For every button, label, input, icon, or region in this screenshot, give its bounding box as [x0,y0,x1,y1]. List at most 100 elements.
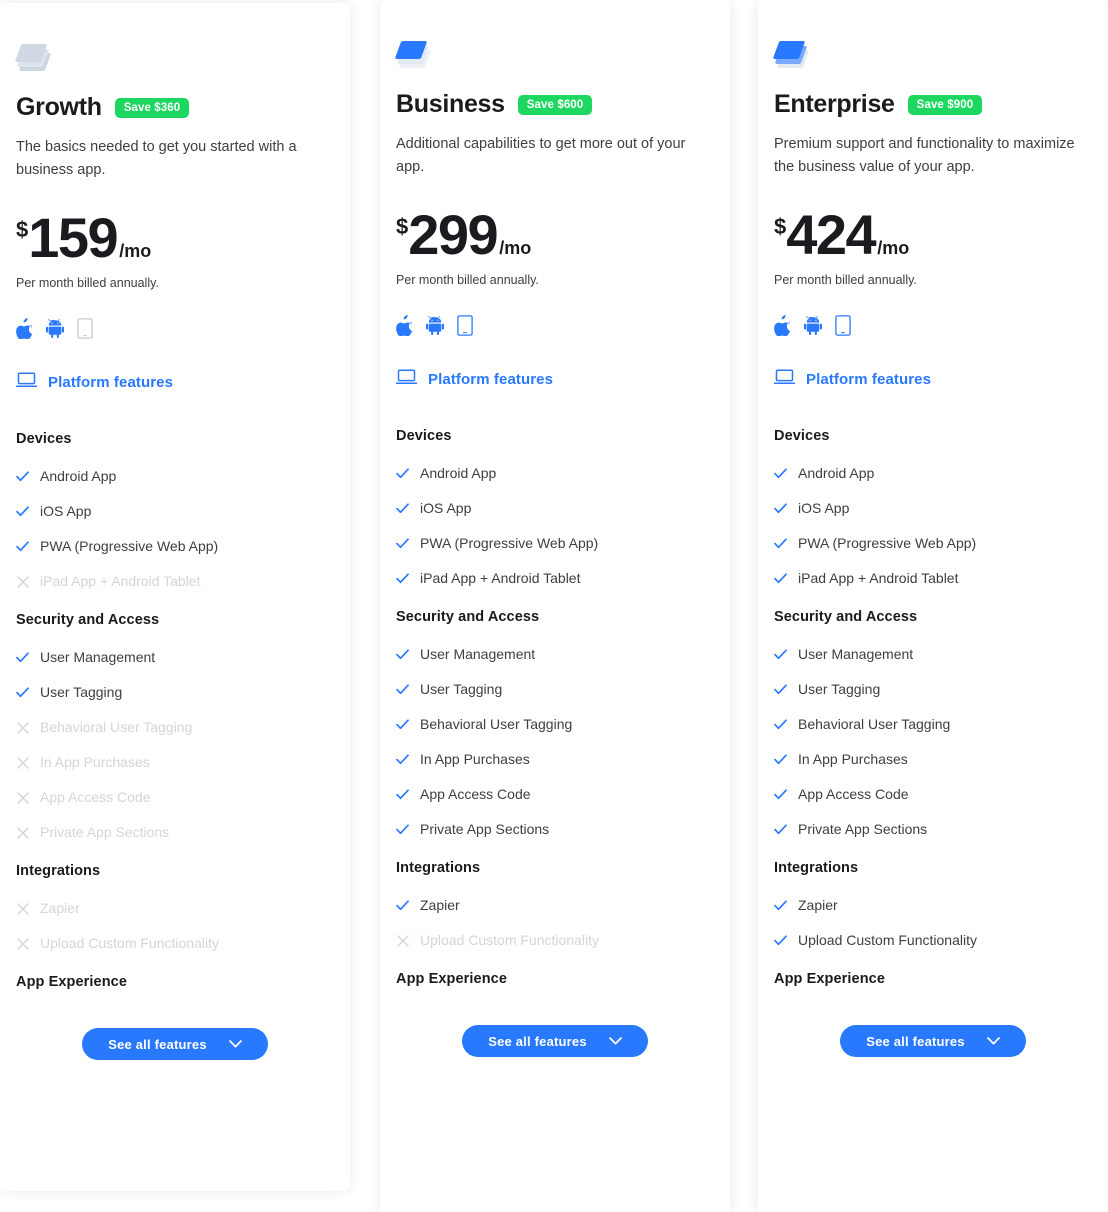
feature-section: Security and Access User Management User T… [774,609,1092,838]
feature-label: In App Purchases [420,751,530,767]
feature-section-title: Integrations [774,860,859,876]
feature-item: Android App [774,465,1092,482]
feature-item: Upload Custom Functionality [16,935,334,952]
feature-label: Private App Sections [798,821,928,837]
plan-title-row: Growth Save $360 [16,93,334,122]
feature-item: iPad App + Android Tablet [396,570,714,587]
feature-item: Zapier [396,897,714,914]
check-icon [16,541,29,552]
feature-item: iPad App + Android Tablet [16,573,334,590]
stacked-sheets-icon [772,40,810,70]
plan-description: Additional capabilities to get more out … [396,136,686,175]
laptop-icon [395,369,418,390]
check-icon [396,573,409,584]
cross-icon [16,826,29,839]
cross-icon [16,791,29,804]
see-all-features-button[interactable]: See all features [840,1025,1026,1057]
feature-item: In App Purchases [774,751,1092,768]
feature-item: In App Purchases [16,754,334,771]
apple-icon [396,314,413,336]
feature-item: iOS App [774,500,1092,517]
supported-devices [774,313,1092,337]
price-amount: 159 [28,206,118,269]
check-icon [396,719,409,730]
tablet-icon [457,314,473,336]
platform-features-link[interactable]: Platform features [15,372,334,393]
feature-item: App Access Code [396,786,714,803]
chevron-down-icon [608,1037,622,1045]
apple-icon [16,317,33,339]
see-all-features-button[interactable]: See all features [82,1028,268,1060]
plan-name: Business [396,90,505,118]
feature-section: Integrations Zapier Upload Custom Function… [774,860,1092,949]
stacked-sheets-icon [14,43,52,73]
price-currency: $ [774,214,787,239]
android-icon [804,315,822,335]
feature-label: Android App [798,465,875,481]
check-icon [16,652,29,663]
laptop-icon [15,372,38,393]
feature-item: PWA (Progressive Web App) [774,535,1092,552]
platform-features-label: Platform features [428,371,554,388]
feature-section: Devices Android App iOS App PWA (Progressiv… [16,431,334,590]
feature-section-title: App Experience [396,971,507,987]
feature-item: Zapier [16,900,334,917]
price-currency: $ [396,214,409,239]
feature-label: User Tagging [420,681,503,697]
feature-label: Android App [40,468,117,484]
feature-label: PWA (Progressive Web App) [40,538,219,554]
feature-section: App Experience [774,971,1092,987]
feature-label: User Management [798,646,914,662]
check-icon [16,687,29,698]
feature-item: Zapier [774,897,1092,914]
feature-label: App Access Code [798,786,909,802]
check-icon [774,935,787,946]
feature-label: iPad App + Android Tablet [420,570,581,586]
laptop-icon [773,369,796,390]
platform-features-link[interactable]: Platform features [395,369,714,390]
feature-section-title: Devices [396,428,452,444]
cross-icon [16,721,29,734]
feature-label: Upload Custom Functionality [798,932,977,948]
feature-label: User Tagging [40,684,123,700]
feature-label: PWA (Progressive Web App) [798,535,977,551]
platform-features-label: Platform features [48,374,174,391]
feature-label: Upload Custom Functionality [40,935,219,951]
chevron-down-icon [986,1037,1000,1045]
feature-label: In App Purchases [40,754,150,770]
check-icon [396,754,409,765]
save-badge: Save $900 [907,94,983,115]
feature-label: iOS App [420,500,472,516]
check-icon [774,468,787,479]
check-icon [774,719,787,730]
check-icon [774,538,787,549]
feature-label: App Access Code [40,789,151,805]
feature-label: Private App Sections [40,824,170,840]
check-icon [774,573,787,584]
platform-features-link[interactable]: Platform features [773,369,1092,390]
check-icon [16,506,29,517]
plan-name: Enterprise [774,90,895,118]
plan-description: Premium support and functionality to max… [774,136,1075,175]
feature-item: iOS App [396,500,714,517]
feature-section: App Experience [396,971,714,987]
see-all-features-button[interactable]: See all features [462,1025,648,1057]
tablet-icon [77,317,93,339]
feature-label: Upload Custom Functionality [420,932,599,948]
feature-label: iPad App + Android Tablet [40,573,201,589]
feature-item: Android App [16,468,334,485]
plan-price: $159/mo [16,210,334,266]
price-amount: 424 [786,203,876,266]
billing-note: Per month billed annually. [774,273,917,287]
feature-item: In App Purchases [396,751,714,768]
plan-card-growth: Growth Save $360 The basics needed to get … [0,3,350,1191]
feature-item: PWA (Progressive Web App) [396,535,714,552]
plan-price: $424/mo [774,207,1092,263]
cta-container: See all features [774,1025,1092,1057]
feature-label: User Tagging [798,681,881,697]
feature-section-title: App Experience [16,974,127,990]
feature-label: Zapier [798,897,838,913]
feature-label: User Management [40,649,156,665]
cross-icon [16,575,29,588]
price-period: /mo [877,238,910,258]
